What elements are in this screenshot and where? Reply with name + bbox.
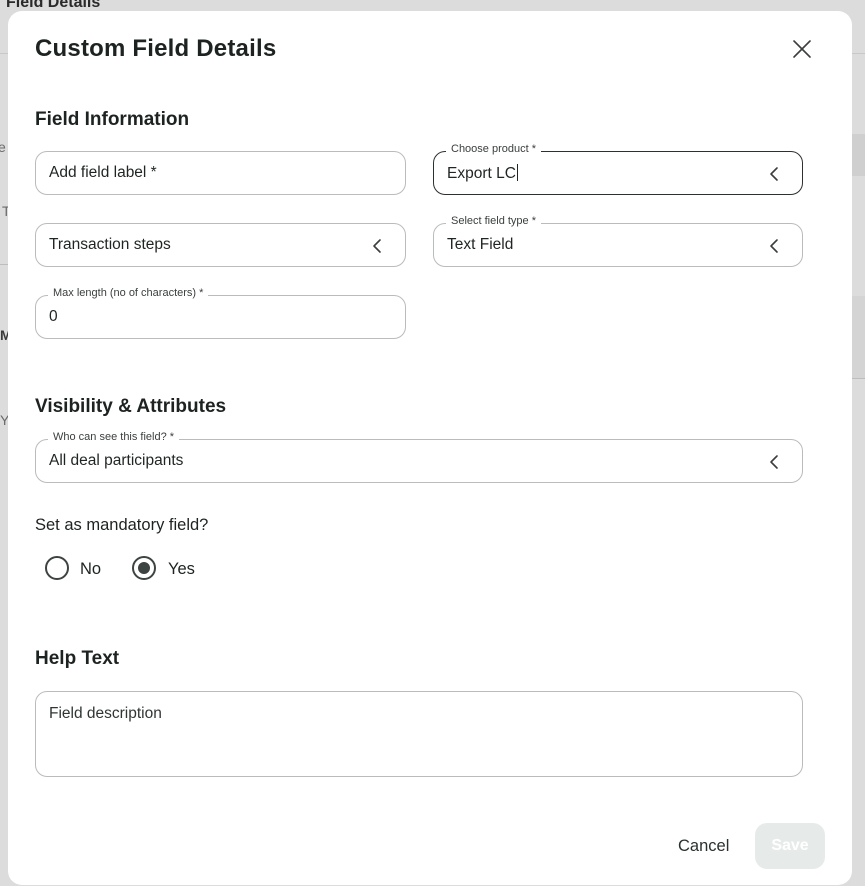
mandatory-label-yes[interactable]: Yes xyxy=(168,560,195,579)
chevron-left-icon[interactable] xyxy=(768,454,780,470)
help-text-placeholder: Field description xyxy=(49,705,162,722)
transaction-steps-value: Transaction steps xyxy=(49,236,171,253)
close-icon[interactable] xyxy=(791,38,813,60)
background-divider xyxy=(852,378,865,379)
product-legend: Choose product * xyxy=(446,143,541,155)
mandatory-label-no[interactable]: No xyxy=(80,560,101,579)
text-caret xyxy=(516,164,519,181)
section-visibility: Visibility & Attributes xyxy=(35,396,227,417)
max-length-legend: Max length (no of characters) * xyxy=(48,287,209,299)
radio-selected-dot xyxy=(138,562,150,574)
chevron-left-icon[interactable] xyxy=(768,166,780,182)
section-help-text: Help Text xyxy=(35,648,120,669)
background-band xyxy=(851,296,865,378)
chevron-left-icon[interactable] xyxy=(371,238,383,254)
help-text-textarea[interactable]: Field description xyxy=(35,691,803,777)
dialog-title: Custom Field Details xyxy=(35,35,277,62)
field-type-select[interactable]: Select field type * Text Field xyxy=(433,215,803,267)
visibility-select[interactable]: Who can see this field? * All deal parti… xyxy=(35,431,803,483)
chevron-left-icon[interactable] xyxy=(768,238,780,254)
visibility-value: All deal participants xyxy=(49,452,184,469)
custom-field-dialog: Custom Field Details Field Information A… xyxy=(8,11,852,885)
mandatory-radio-yes[interactable] xyxy=(132,556,156,580)
mandatory-radio-no[interactable] xyxy=(45,556,69,580)
save-button[interactable]: Save xyxy=(755,823,825,869)
visibility-legend: Who can see this field? * xyxy=(48,431,180,443)
field-type-value: Text Field xyxy=(447,236,514,253)
product-value-wrapper: Export LC xyxy=(447,164,519,183)
background-fragment: e xyxy=(0,139,6,155)
mandatory-question: Set as mandatory field? xyxy=(35,516,209,534)
field-type-legend: Select field type * xyxy=(446,215,541,227)
background-band xyxy=(851,134,865,176)
max-length-input[interactable]: Max length (no of characters) * 0 xyxy=(35,287,406,339)
field-label-input[interactable]: Add field label * xyxy=(35,151,406,195)
transaction-steps-select[interactable]: Transaction steps xyxy=(35,223,406,267)
section-field-information: Field Information xyxy=(35,109,190,130)
cancel-button[interactable]: Cancel xyxy=(678,837,729,856)
product-select[interactable]: Choose product * Export LC xyxy=(433,143,803,195)
max-length-value: 0 xyxy=(49,308,58,325)
field-label-placeholder: Add field label * xyxy=(49,164,157,181)
product-value: Export LC xyxy=(447,165,516,182)
